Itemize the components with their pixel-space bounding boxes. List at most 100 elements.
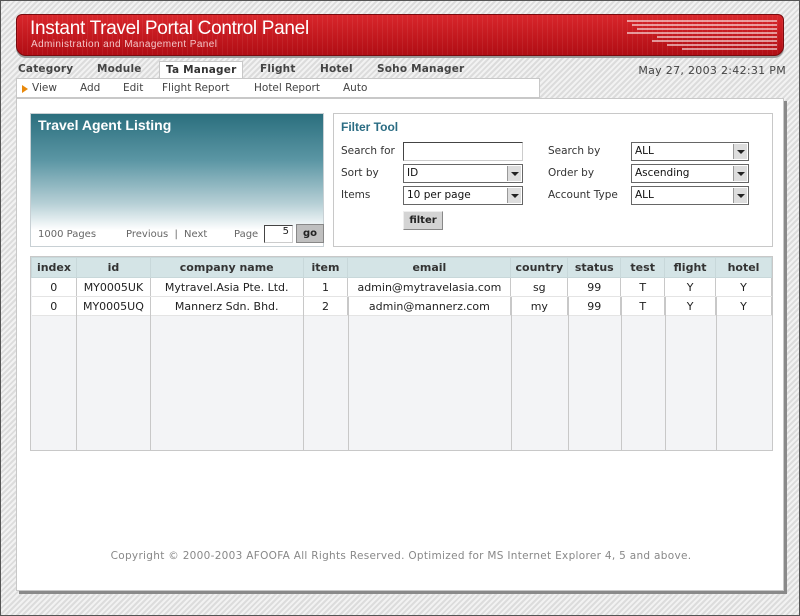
- search-by-value: ALL: [635, 145, 654, 157]
- app-title: Instant Travel Portal Control Panel: [30, 18, 309, 39]
- column-divider: [150, 297, 151, 450]
- sub-nav: View Add Edit Flight Report Hotel Report…: [16, 78, 540, 98]
- table-cell: 1: [303, 277, 349, 297]
- order-by-label: Order by: [548, 167, 595, 179]
- order-by-value: Ascending: [635, 167, 690, 179]
- column-divider: [621, 297, 622, 450]
- current-datetime: May 27, 2003 2:42:31 PM: [638, 64, 786, 77]
- pager: Previous | Next: [126, 229, 210, 240]
- table-cell: sg: [510, 277, 569, 297]
- account-type-select[interactable]: ALL: [631, 186, 749, 205]
- tab-soho-manager[interactable]: Soho Manager: [377, 63, 464, 75]
- filter-title: Filter Tool: [341, 120, 399, 134]
- subnav-edit[interactable]: Edit: [123, 82, 143, 94]
- column-header: status: [567, 257, 622, 278]
- travel-agent-listing-box: Travel Agent Listing 1000 Pages Previous…: [30, 113, 324, 247]
- table-cell: Y: [715, 277, 772, 297]
- chevron-down-icon: [507, 166, 521, 181]
- table-cell: Y: [664, 277, 717, 297]
- app-subtitle: Administration and Management Panel: [31, 39, 218, 50]
- column-header: flight: [664, 257, 717, 278]
- column-header: email: [347, 257, 512, 278]
- column-header: id: [75, 257, 151, 278]
- column-divider: [665, 297, 666, 450]
- column-header: country: [510, 257, 569, 278]
- copyright-text: Copyright © 2000-2003 AFOOFA All Rights …: [110, 550, 692, 562]
- table-cell: Mannerz Sdn. Bhd.: [150, 296, 304, 316]
- search-for-label: Search for: [341, 145, 395, 157]
- table-cell: 2: [303, 296, 349, 316]
- account-type-value: ALL: [635, 189, 654, 201]
- column-divider: [568, 297, 569, 450]
- listing-title: Travel Agent Listing: [38, 117, 172, 133]
- table-cell: T: [620, 277, 666, 297]
- agent-table: index id company name item email country…: [31, 257, 772, 316]
- agent-table-container: index id company name item email country…: [30, 256, 773, 451]
- sort-by-label: Sort by: [341, 167, 379, 179]
- go-button[interactable]: go: [296, 224, 324, 243]
- chevron-down-icon: [733, 188, 747, 203]
- subnav-hotel-report[interactable]: Hotel Report: [254, 82, 320, 94]
- page-number-input[interactable]: 5: [264, 225, 293, 243]
- items-select[interactable]: 10 per page: [403, 186, 523, 205]
- page-count: 1000 Pages: [38, 229, 97, 240]
- content-panel: Travel Agent Listing 1000 Pages Previous…: [16, 98, 784, 591]
- table-cell: 0: [31, 296, 77, 316]
- search-by-label: Search by: [548, 145, 601, 157]
- subnav-auto[interactable]: Auto: [343, 82, 367, 94]
- account-type-label: Account Type: [548, 189, 618, 201]
- column-divider: [511, 297, 512, 450]
- items-label: Items: [341, 189, 371, 201]
- table-cell: 0: [31, 277, 77, 297]
- table-row[interactable]: 0 MY0005UQ Mannerz Sdn. Bhd. 2 admin@man…: [31, 296, 772, 316]
- sort-by-select[interactable]: ID: [403, 164, 523, 183]
- tab-flight[interactable]: Flight: [260, 63, 296, 75]
- table-cell: admin@mytravelasia.com: [347, 277, 512, 297]
- column-header: item: [302, 257, 349, 278]
- previous-link[interactable]: Previous: [126, 229, 168, 240]
- page-label: Page: [234, 229, 259, 240]
- search-for-input[interactable]: [403, 142, 523, 161]
- subnav-flight-report[interactable]: Flight Report: [162, 82, 229, 94]
- items-value: 10 per page: [407, 189, 471, 201]
- tab-category[interactable]: Category: [18, 63, 73, 75]
- table-cell: my: [510, 296, 569, 316]
- column-divider: [76, 297, 77, 450]
- tab-module[interactable]: Module: [97, 63, 142, 75]
- search-by-select[interactable]: ALL: [631, 142, 749, 161]
- table-cell: admin@mannerz.com: [347, 296, 512, 316]
- table-cell: MY0005UQ: [76, 296, 151, 316]
- column-header: company name: [149, 257, 304, 278]
- table-cell: 99: [567, 277, 622, 297]
- subnav-view[interactable]: View: [32, 82, 57, 94]
- table-header-row: index id company name item email country…: [31, 257, 772, 278]
- app-header: Instant Travel Portal Control Panel Admi…: [16, 14, 784, 56]
- subnav-add[interactable]: Add: [80, 82, 100, 94]
- table-cell: Y: [715, 296, 772, 316]
- column-divider: [303, 297, 304, 450]
- filter-button[interactable]: filter: [403, 211, 443, 230]
- pager-separator: |: [174, 229, 178, 240]
- table-cell: Mytravel.Asia Pte. Ltd.: [150, 277, 304, 297]
- next-link[interactable]: Next: [184, 229, 207, 240]
- table-cell: T: [620, 296, 666, 316]
- column-header: test: [620, 257, 666, 278]
- sort-by-value: ID: [407, 167, 419, 179]
- column-header: hotel: [715, 257, 772, 278]
- filter-tool-box: Filter Tool Search for Sort by ID Items …: [333, 113, 773, 247]
- column-header: index: [31, 257, 77, 278]
- table-cell: MY0005UK: [76, 277, 151, 297]
- table-row[interactable]: 0 MY0005UK Mytravel.Asia Pte. Ltd. 1 adm…: [31, 277, 772, 297]
- arrow-right-icon: [22, 85, 28, 93]
- table-cell: Y: [664, 296, 717, 316]
- column-divider: [716, 297, 717, 450]
- column-divider: [348, 297, 349, 450]
- table-cell: 99: [567, 296, 622, 316]
- order-by-select[interactable]: Ascending: [631, 164, 749, 183]
- header-decoration: [617, 20, 777, 50]
- chevron-down-icon: [733, 144, 747, 159]
- chevron-down-icon: [733, 166, 747, 181]
- main-tab-bar: Category Module Ta Manager Flight Hotel …: [16, 61, 786, 80]
- tab-hotel[interactable]: Hotel: [320, 63, 353, 75]
- chevron-down-icon: [507, 188, 521, 203]
